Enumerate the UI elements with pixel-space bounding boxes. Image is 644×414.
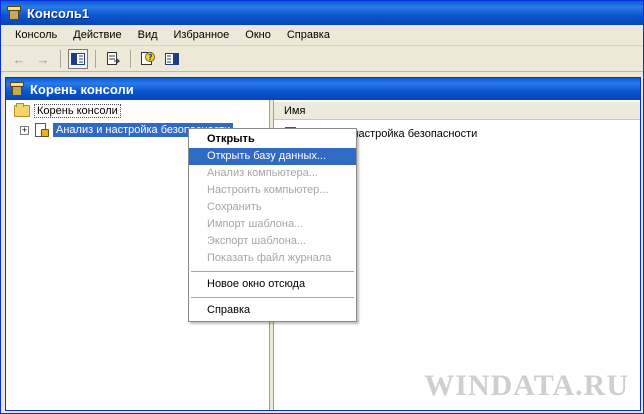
app-titlebar[interactable]: Консоль1 [1,1,643,25]
menu-console[interactable]: Консоль [7,27,65,43]
menu-favorites[interactable]: Избранное [166,27,238,43]
back-arrow-icon[interactable]: ← [9,49,29,69]
show-hide-console-tree-icon[interactable] [68,49,88,69]
menubar: Консоль Действие Вид Избранное Окно Спра… [1,25,643,46]
svg-text:?: ? [148,53,153,62]
context-menu: Открыть Открыть базу данных... Анализ ко… [188,128,357,322]
menu-window[interactable]: Окно [237,27,279,43]
context-menu-open[interactable]: Открыть [189,131,356,148]
security-config-icon [34,122,50,138]
folder-icon [14,103,30,117]
child-titlebar[interactable]: Корень консоли [6,78,640,100]
context-menu-save: Сохранить [207,201,262,213]
forward-arrow-icon[interactable]: → [33,49,53,69]
tree-node-root[interactable]: Корень консоли [14,103,121,118]
menu-help[interactable]: Справка [279,27,338,43]
toolbar-separator [95,50,96,68]
toolbar: ← → ? [1,47,643,72]
toolbar-separator [60,50,61,68]
app-window: Консоль1 Консоль Действие Вид Избранное … [0,0,644,414]
context-menu-import-template: Импорт шаблона... [207,218,304,230]
menu-view[interactable]: Вид [130,27,166,43]
expand-plus-icon[interactable]: + [20,125,29,135]
mmc-app-icon [7,6,21,20]
context-menu-configure-computer: Настроить компьютер... [207,184,329,196]
help-icon[interactable]: ? [138,49,158,69]
export-list-icon[interactable] [103,49,123,69]
tree-root-label: Корень консоли [34,104,121,118]
child-title: Корень консоли [30,81,134,97]
show-hide-action-pane-icon[interactable] [162,49,182,69]
watermark: WINDATA.RU [424,369,629,402]
context-menu-separator [191,297,354,298]
context-menu-analyze-computer: Анализ компьютера... [207,167,318,179]
mmc-child-icon [10,82,24,96]
context-menu-open-database[interactable]: Открыть базу данных... [189,148,356,165]
toolbar-separator [130,50,131,68]
column-header-name-label: Имя [284,104,306,117]
context-menu-help[interactable]: Справка [189,302,356,319]
menu-action[interactable]: Действие [65,27,129,43]
context-menu-view-log-file: Показать файл журнала [207,252,332,264]
context-menu-new-window-from-here[interactable]: Новое окно отсюда [189,276,356,293]
app-title: Консоль1 [27,5,90,21]
context-menu-export-template: Экспорт шаблона... [207,235,307,247]
column-header-name[interactable]: Имя [274,102,640,120]
context-menu-separator [191,271,354,272]
